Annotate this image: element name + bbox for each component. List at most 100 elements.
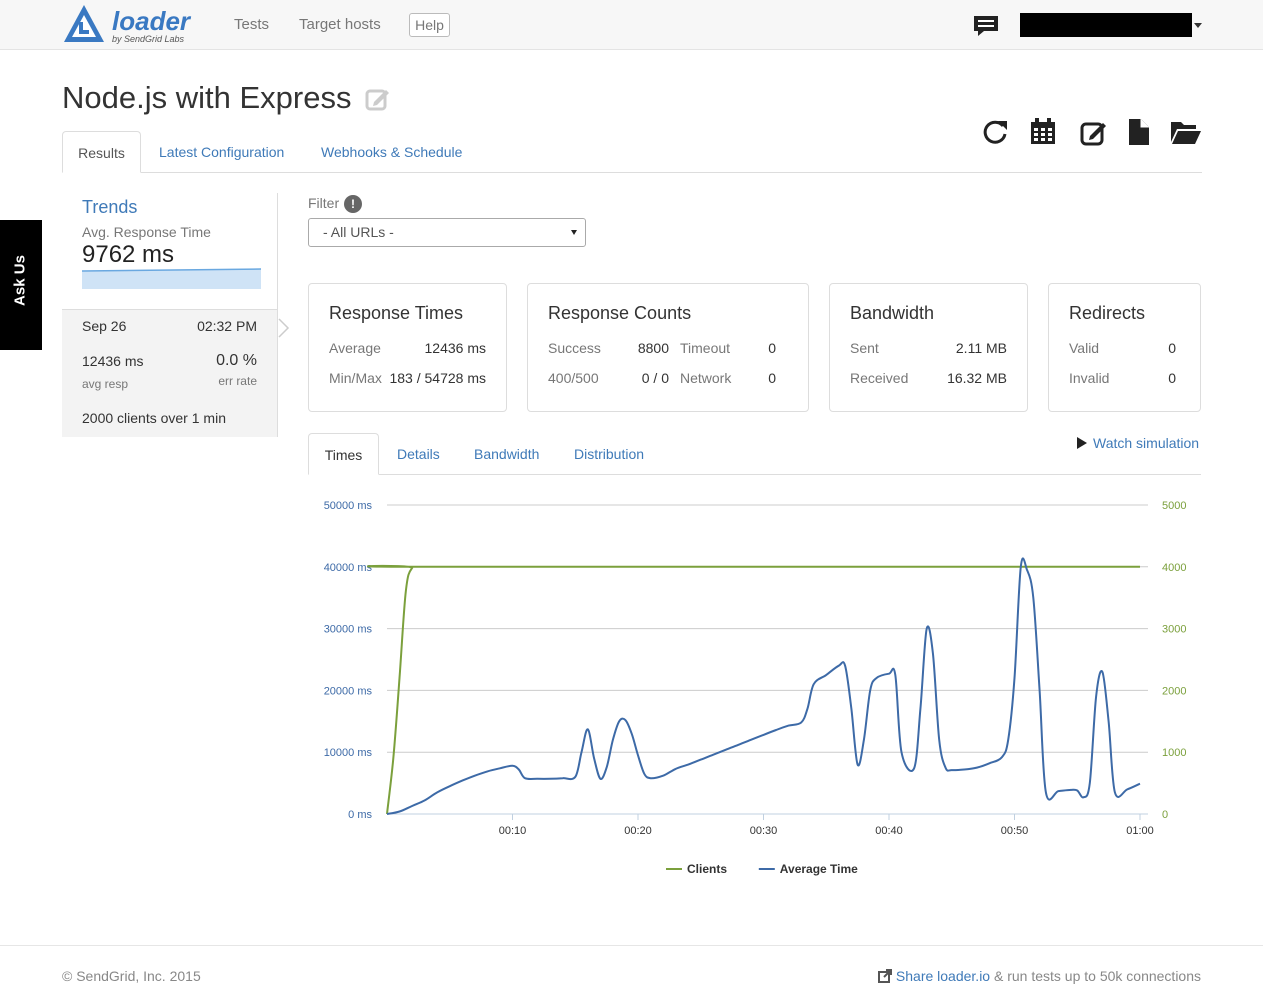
trend-sparkline [82, 268, 261, 289]
x-tick-label: 00:20 [624, 825, 652, 837]
x-tick-label: 00:40 [875, 825, 903, 837]
calendar-icon[interactable] [1030, 118, 1056, 146]
y-left-tick-label: 30000 ms [324, 624, 373, 636]
url-filter-select[interactable]: - All URLs - [308, 218, 586, 247]
valid-value: 0 [1168, 340, 1176, 356]
average-label: Average [329, 340, 381, 356]
tab-results[interactable]: Results [62, 131, 141, 173]
invalid-label: Invalid [1069, 370, 1110, 386]
folder-open-icon[interactable] [1170, 118, 1202, 146]
nav-target-hosts[interactable]: Target hosts [299, 16, 381, 33]
footer-share: Share loader.io & run tests up to 50k co… [877, 968, 1201, 984]
run-clients-summary: 2000 clients over 1 min [82, 410, 226, 426]
user-menu[interactable] [1020, 13, 1192, 37]
run-err-rate-label: err rate [218, 374, 257, 388]
y-right-tick-label: 4000 [1162, 562, 1186, 574]
filter-info-icon[interactable]: ! [344, 195, 362, 213]
run-err-rate-value: 0.0 % [216, 352, 257, 369]
refresh-icon[interactable] [982, 118, 1010, 146]
y-left-tick-label: 0 ms [348, 809, 372, 821]
times-chart: 0 ms 10000 ms 20000 ms 30000 ms 40000 ms 5000… [324, 500, 1187, 876]
tab-latest-configuration[interactable]: Latest Configuration [159, 131, 284, 173]
valid-label: Valid [1069, 340, 1100, 356]
subtab-bandwidth[interactable]: Bandwidth [474, 433, 539, 475]
select-caret-icon [571, 230, 577, 235]
trend-pointer-icon [278, 318, 290, 338]
subtab-details[interactable]: Details [397, 433, 440, 475]
watch-simulation-link[interactable]: Watch simulation [1077, 435, 1199, 451]
share-suffix: & run tests up to 50k connections [990, 968, 1201, 984]
success-label: Success [548, 340, 601, 356]
brand-tagline: by SendGrid Labs [112, 34, 185, 44]
x-tick-label: 00:30 [750, 825, 778, 837]
subtab-times[interactable]: Times [308, 433, 379, 475]
received-value: 16.32 MB [947, 370, 1007, 386]
help-button[interactable]: Help [409, 13, 450, 37]
share-link[interactable]: Share loader.io [896, 968, 990, 984]
trends-metric-label: Avg. Response Time [82, 224, 211, 240]
minmax-value: 183 / 54728 ms [389, 370, 486, 386]
footer-copyright: © SendGrid, Inc. 2015 [62, 968, 201, 984]
nav-tests[interactable]: Tests [234, 16, 269, 33]
timeout-label: Timeout [680, 340, 731, 356]
brand-logo[interactable]: loader by SendGrid Labs [62, 3, 202, 47]
y-left-tick-label: 10000 ms [324, 747, 373, 759]
trends-run-item[interactable]: Sep 26 02:32 PM 12436 ms 0.0 % avg resp … [62, 309, 277, 437]
page-title: Node.js with Express [62, 80, 352, 115]
redirects-title: Redirects [1069, 303, 1146, 323]
response-times-card: Response Times Average 12436 ms Min/Max … [308, 283, 507, 412]
run-date: Sep 26 [82, 318, 127, 334]
chat-icon[interactable] [972, 14, 1000, 38]
series-line-average-time [386, 557, 1141, 815]
share-icon [877, 969, 892, 983]
y-left-tick-label: 40000 ms [324, 562, 373, 574]
invalid-value: 0 [1168, 370, 1176, 386]
url-filter-selected: - All URLs - [323, 224, 394, 240]
subtabs-divider [308, 474, 1201, 475]
y-left-tick-label: 20000 ms [324, 685, 373, 697]
edit-icon[interactable] [1080, 118, 1108, 146]
response-counts-title: Response Counts [548, 303, 692, 323]
tab-webhooks-schedule[interactable]: Webhooks & Schedule [321, 131, 462, 173]
footer-divider [0, 945, 1263, 946]
sent-value: 2.11 MB [955, 340, 1007, 356]
top-navbar: loader by SendGrid Labs Tests Target hos… [0, 0, 1263, 50]
play-icon [1077, 437, 1087, 449]
x-tick-label: 00:10 [499, 825, 527, 837]
edit-title-icon[interactable] [365, 86, 391, 112]
trends-metric-value: 9762 ms [82, 241, 175, 268]
network-label: Network [680, 370, 732, 386]
subtab-distribution[interactable]: Distribution [574, 433, 644, 475]
http-errors-label: 400/500 [548, 370, 599, 386]
network-value: 0 [768, 370, 776, 386]
legend-label: Clients [687, 862, 727, 876]
sent-label: Sent [850, 340, 879, 356]
received-label: Received [850, 370, 909, 386]
file-icon[interactable] [1128, 118, 1150, 146]
response-counts-card: Response Counts Success 8800 Timeout 0 4… [527, 283, 809, 412]
legend-label: Average Time [780, 862, 858, 876]
y-right-tick-label: 3000 [1162, 624, 1186, 636]
run-avg-resp-label: avg resp [82, 377, 129, 391]
ask-us-tab[interactable]: Ask Us [0, 220, 42, 350]
bandwidth-card: Bandwidth Sent 2.11 MB Received 16.32 MB [829, 283, 1028, 412]
trends-title[interactable]: Trends [82, 197, 137, 218]
ask-us-label: Ask Us [11, 255, 29, 306]
y-right-tick-label: 5000 [1162, 500, 1186, 512]
trends-panel: Trends Avg. Response Time 9762 ms Sep 26… [62, 193, 278, 437]
run-time: 02:32 PM [197, 318, 257, 334]
run-duration-value: 1 [191, 410, 200, 426]
user-menu-caret-icon[interactable] [1194, 23, 1202, 28]
x-tick-label: 00:50 [1001, 825, 1029, 837]
trends-summary: Trends Avg. Response Time 9762 ms [62, 193, 277, 309]
x-tick-label: 01:00 [1126, 825, 1154, 837]
y-right-tick-label: 1000 [1162, 747, 1186, 759]
watch-simulation-label: Watch simulation [1093, 435, 1200, 451]
bandwidth-title: Bandwidth [850, 303, 935, 323]
run-avg-resp-value: 12436 ms [82, 353, 144, 369]
run-duration-unit: min [203, 410, 226, 426]
y-left-tick-label: 50000 ms [324, 500, 373, 512]
loader-logo-icon [64, 5, 104, 42]
response-times-title: Response Times [329, 303, 464, 323]
success-value: 8800 [637, 340, 669, 356]
